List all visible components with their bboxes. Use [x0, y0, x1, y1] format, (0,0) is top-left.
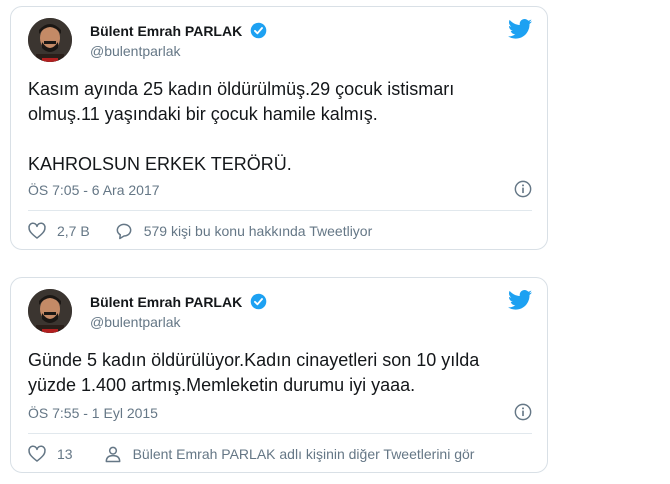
person-icon [105, 446, 120, 463]
heart-icon [28, 222, 46, 239]
verified-badge-icon [250, 293, 267, 310]
tweet-timestamp[interactable]: ÖS 7:55 - 1 Eyl 2015 [28, 405, 158, 421]
twitter-bird-icon[interactable] [508, 19, 532, 39]
tweet-actions: 2,7 B 579 kişi bu konu hakkında Tweetliy… [27, 220, 372, 242]
avatar[interactable] [28, 289, 72, 333]
info-icon[interactable] [514, 403, 532, 421]
author-name[interactable]: Bülent Emrah PARLAK [90, 293, 267, 310]
tweet-text-line: Kasım ayında 25 kadın öldürülmüş.29 çocu… [28, 79, 455, 99]
author-handle[interactable]: @bulentparlak [90, 314, 181, 330]
tweet-text-line: KAHROLSUN ERKEK TERÖRÜ. [28, 154, 292, 174]
tweet-text-line: olmuş.11 yaşındaki bir çocuk hamile kalm… [28, 104, 378, 124]
divider [28, 210, 532, 211]
tweet-text-line [28, 127, 533, 152]
tweet-text: Kasım ayında 25 kadın öldürülmüş.29 çocu… [28, 77, 533, 177]
like-count: 13 [57, 446, 73, 462]
conversation-link[interactable]: 579 kişi bu konu hakkında Tweetliyor [114, 221, 373, 241]
tweet-card[interactable]: Bülent Emrah PARLAK @bulentparlak Günde … [10, 277, 548, 473]
tweet-timestamp[interactable]: ÖS 7:05 - 6 Ara 2017 [28, 182, 160, 198]
tweet-text-line: yüzde 1.400 artmış.Memleketin durumu iyi… [28, 375, 416, 395]
tweet-card[interactable]: Bülent Emrah PARLAK @bulentparlak Kasım … [10, 6, 548, 250]
divider [28, 433, 532, 434]
like-button[interactable]: 13 [27, 444, 73, 464]
info-icon[interactable] [514, 180, 532, 198]
tweet-actions: 13 Bülent Emrah PARLAK adlı kişinin diğe… [27, 443, 474, 465]
twitter-bird-icon[interactable] [508, 290, 532, 310]
like-button[interactable]: 2,7 B [27, 221, 90, 241]
more-tweets-link[interactable]: Bülent Emrah PARLAK adlı kişinin diğer T… [103, 444, 475, 464]
heart-icon [28, 445, 46, 462]
author-handle[interactable]: @bulentparlak [90, 43, 181, 59]
more-tweets-label: Bülent Emrah PARLAK adlı kişinin diğer T… [132, 446, 475, 462]
like-count: 2,7 B [57, 223, 90, 239]
tweet-text: Günde 5 kadın öldürülüyor.Kadın cinayetl… [28, 348, 533, 398]
author-name[interactable]: Bülent Emrah PARLAK [90, 22, 267, 39]
tweet-text-line: Günde 5 kadın öldürülüyor.Kadın cinayetl… [28, 350, 480, 370]
conversation-label: 579 kişi bu konu hakkında Tweetliyor [143, 223, 373, 239]
verified-badge-icon [250, 22, 267, 39]
avatar[interactable] [28, 18, 72, 62]
speech-bubble-icon [116, 223, 132, 240]
